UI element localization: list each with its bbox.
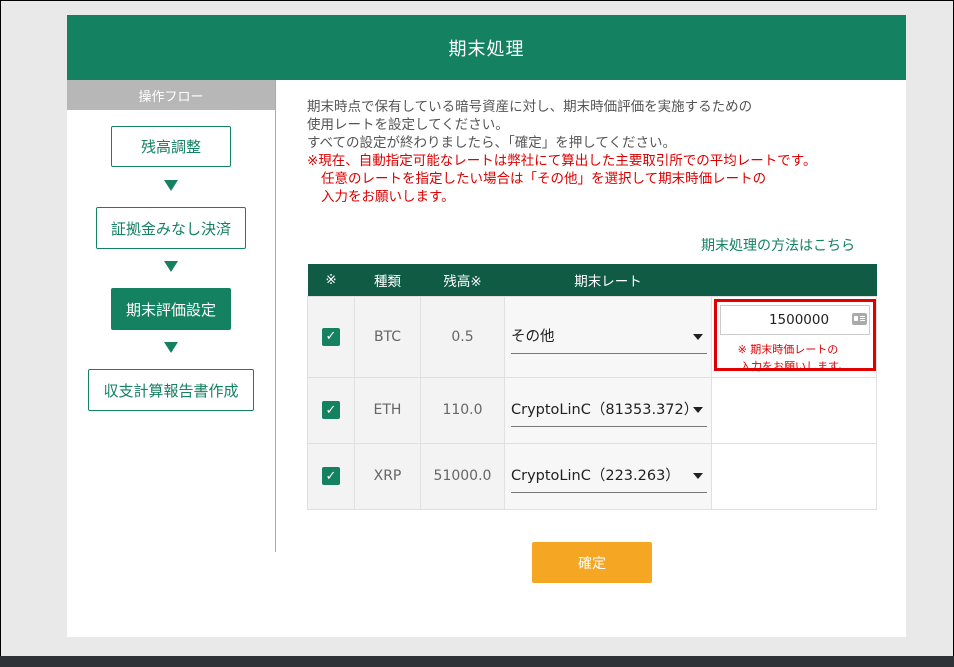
rate-select-value: CryptoLinC（223.263） [511, 468, 680, 484]
main-card: 期末処理 操作フロー 残高調整 証拠金みなし決済 期末評価設定 収支計算報告書作… [67, 15, 906, 637]
flow-arrow-icon [164, 261, 178, 272]
rate-cell: CryptoLinC（223.263） [504, 442, 712, 510]
instruction-line: 使用レートを設定してください。 [307, 117, 509, 133]
notice-line: 入力をお願いします。 [321, 189, 455, 205]
check-cell: ✓ [307, 376, 355, 444]
type-cell: XRP [354, 442, 421, 510]
table-header-row: ※ 種類 残高※ 期末レート [307, 264, 877, 296]
dropdown-caret-icon [693, 473, 703, 479]
howto-link[interactable]: 期末処理の方法はこちら [701, 235, 855, 255]
row-checkbox[interactable]: ✓ [322, 401, 340, 419]
custom-rate-note: ※ 期末時価レートの 入力をお願いします。 [727, 341, 849, 375]
balance-cell: 0.5 [420, 295, 505, 378]
flow-title: 操作フロー [67, 80, 275, 110]
step-income-report[interactable]: 収支計算報告書作成 [88, 369, 254, 411]
empty-cell [711, 442, 877, 510]
rate-select-value: CryptoLinC（81353.372） [511, 402, 699, 418]
col-header-rate: 期末レート [504, 264, 712, 296]
balance-cell: 110.0 [420, 376, 505, 444]
col-header-check: ※ [307, 264, 355, 296]
flow-arrow-icon [164, 180, 178, 191]
type-cell: ETH [354, 376, 421, 444]
custom-rate-cell: 1500000 ※ 期末時価レートの 入力をお願いします。 [711, 295, 877, 378]
rate-select[interactable]: CryptoLinC（81353.372） [511, 393, 707, 427]
custom-rate-input[interactable]: 1500000 [720, 304, 870, 335]
dropdown-caret-icon [693, 333, 703, 340]
notice-line: ※現在、自動指定可能なレートは弊社にて算出した主要取引所での平均レートです。 [307, 153, 817, 169]
row-checkbox[interactable]: ✓ [322, 327, 340, 346]
table-row: ✓ BTC 0.5 その他 1500000 ※ 期末時価レートの 入力をお願いし… [307, 295, 877, 378]
col-header-balance: 残高※ [420, 264, 505, 296]
rate-cell: その他 [504, 295, 712, 378]
custom-rate-highlight: 1500000 ※ 期末時価レートの 入力をお願いします。 [714, 298, 876, 373]
rate-select-value: その他 [511, 328, 555, 345]
row-checkbox[interactable]: ✓ [322, 467, 340, 485]
custom-rate-note-line: ※ 期末時価レートの [737, 342, 839, 356]
step-period-end-valuation[interactable]: 期末評価設定 [111, 288, 231, 330]
flow-arrow-icon [164, 342, 178, 353]
dropdown-caret-icon [693, 407, 703, 413]
table-row: ✓ ETH 110.0 CryptoLinC（81353.372） [307, 376, 877, 444]
page-title: 期末処理 [67, 15, 906, 80]
check-cell: ✓ [307, 442, 355, 510]
contact-card-icon [852, 312, 867, 325]
empty-cell [711, 376, 877, 444]
balance-cell: 51000.0 [420, 442, 505, 510]
step-balance-adjust[interactable]: 残高調整 [111, 126, 231, 167]
check-cell: ✓ [307, 295, 355, 378]
table-row: ✓ XRP 51000.0 CryptoLinC（223.263） [307, 442, 877, 510]
notice-line: 任意のレートを指定したい場合は「その他」を選択して期末時価レートの [321, 171, 767, 187]
type-cell: BTC [354, 295, 421, 378]
rate-cell: CryptoLinC（81353.372） [504, 376, 712, 444]
rate-select[interactable]: CryptoLinC（223.263） [511, 459, 707, 493]
col-header-extra [711, 264, 877, 296]
custom-rate-note-line: 入力をお願いします。 [740, 359, 849, 373]
col-header-type: 種類 [354, 264, 421, 296]
confirm-button[interactable]: 確定 [532, 542, 652, 583]
instruction-line: すべての設定が終わりましたら、「確定」を押してください。 [307, 135, 676, 151]
operation-flow-sidebar: 操作フロー 残高調整 証拠金みなし決済 期末評価設定 収支計算報告書作成 [67, 80, 276, 552]
step-margin-settlement[interactable]: 証拠金みなし決済 [96, 207, 246, 249]
bottom-bar [0, 656, 954, 667]
instruction-line: 期末時点で保有している暗号資産に対し、期末時価評価を実施するための [307, 99, 753, 115]
rate-select[interactable]: その他 [511, 320, 707, 354]
rate-table: ※ 種類 残高※ 期末レート ✓ BTC 0.5 その他 1500000 ※ 期… [307, 264, 877, 510]
instructions: 期末時点で保有している暗号資産に対し、期末時価評価を実施するための 使用レートを… [307, 98, 867, 206]
